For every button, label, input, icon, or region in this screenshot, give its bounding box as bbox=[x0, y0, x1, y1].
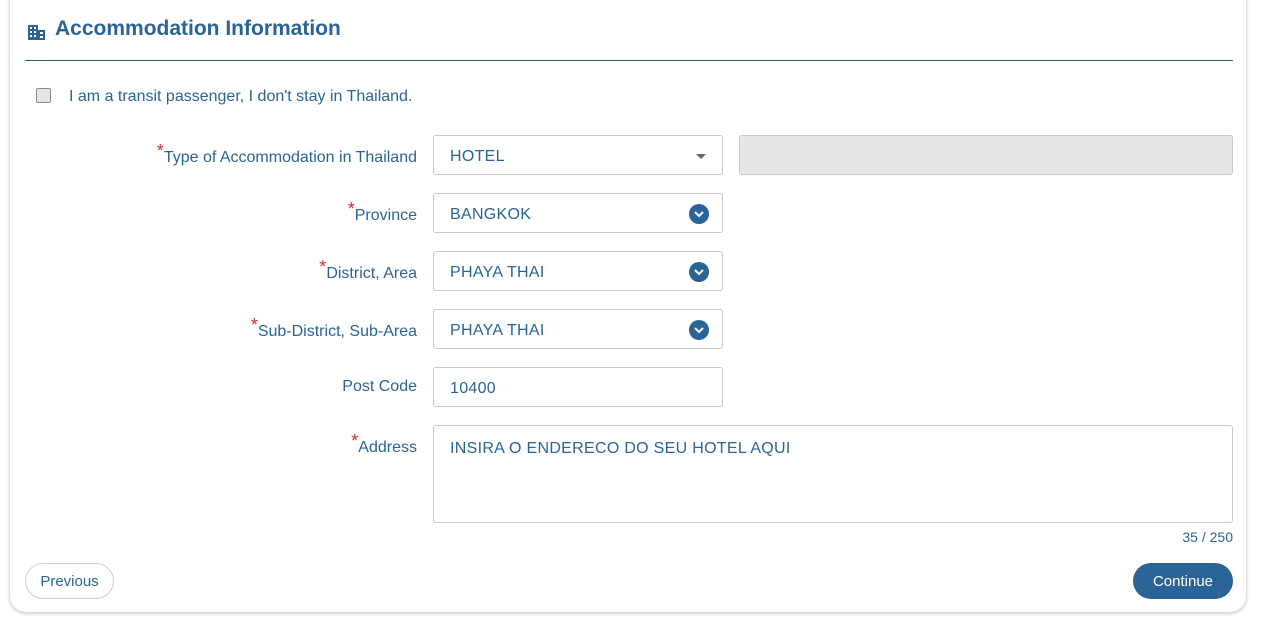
province-select[interactable]: BANGKOK bbox=[433, 193, 723, 233]
accommodation-type-select[interactable]: HOTEL bbox=[433, 135, 723, 175]
address-textarea[interactable]: INSIRA O ENDERECO DO SEU HOTEL AQUI bbox=[433, 425, 1233, 523]
address-char-count: 35 / 250 bbox=[1182, 529, 1233, 545]
required-marker: * bbox=[250, 315, 258, 335]
building-icon bbox=[27, 22, 46, 41]
required-marker: * bbox=[351, 431, 359, 451]
postcode-value: 10400 bbox=[450, 380, 496, 397]
section-header: Accommodation Information bbox=[25, 0, 1233, 61]
postcode-label: Post Code bbox=[342, 378, 417, 395]
chevron-down-icon[interactable] bbox=[689, 262, 709, 282]
transit-checkbox[interactable] bbox=[36, 88, 51, 103]
address-label: *Address bbox=[351, 431, 417, 456]
district-value: PHAYA THAI bbox=[450, 264, 545, 281]
accommodation-detail-field bbox=[739, 135, 1233, 175]
postcode-input[interactable]: 10400 bbox=[433, 367, 723, 407]
previous-button[interactable]: Previous bbox=[25, 563, 114, 599]
subdistrict-value: PHAYA THAI bbox=[450, 322, 545, 339]
province-value: BANGKOK bbox=[450, 206, 532, 223]
subdistrict-select[interactable]: PHAYA THAI bbox=[433, 309, 723, 349]
section-title: Accommodation Information bbox=[55, 17, 341, 40]
required-marker: * bbox=[156, 141, 164, 161]
chevron-down-icon[interactable] bbox=[689, 320, 709, 340]
chevron-down-icon[interactable] bbox=[689, 204, 709, 224]
province-label: *Province bbox=[347, 199, 417, 224]
caret-down-icon bbox=[696, 154, 706, 159]
accommodation-type-value: HOTEL bbox=[450, 148, 505, 165]
address-value: INSIRA O ENDERECO DO SEU HOTEL AQUI bbox=[450, 440, 791, 457]
accommodation-type-label: *Type of Accommodation in Thailand bbox=[156, 141, 417, 166]
district-select[interactable]: PHAYA THAI bbox=[433, 251, 723, 291]
required-marker: * bbox=[319, 257, 327, 277]
transit-checkbox-label[interactable]: I am a transit passenger, I don't stay i… bbox=[69, 88, 412, 106]
required-marker: * bbox=[347, 199, 355, 219]
subdistrict-label: *Sub-District, Sub-Area bbox=[250, 315, 417, 340]
continue-button[interactable]: Continue bbox=[1133, 563, 1233, 599]
district-label: *District, Area bbox=[319, 257, 417, 282]
